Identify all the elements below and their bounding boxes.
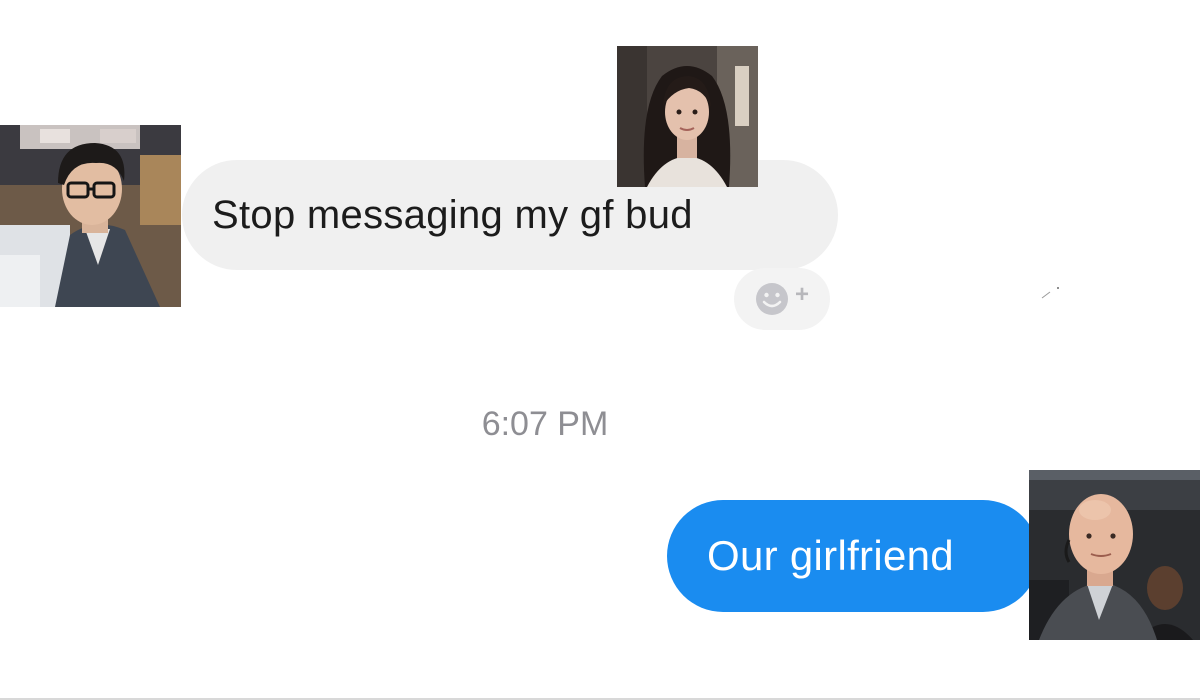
stray-mark: [1041, 287, 1059, 299]
plus-icon: +: [794, 281, 809, 308]
chat-screen: Stop messaging my gf bud + 6:07 PM Our g…: [0, 0, 1200, 700]
girlfriend-photo: [617, 46, 758, 187]
sender-avatar-photo: [0, 125, 181, 307]
outgoing-message-bubble[interactable]: Our girlfriend: [667, 500, 1039, 612]
add-reaction-button[interactable]: +: [734, 268, 830, 330]
reply-avatar-photo: [1029, 470, 1200, 640]
incoming-message-text: Stop messaging my gf bud: [212, 192, 693, 237]
smiley-icon: [755, 283, 788, 315]
outgoing-message-text: Our girlfriend: [707, 532, 954, 579]
message-timestamp: 6:07 PM: [481, 405, 609, 443]
